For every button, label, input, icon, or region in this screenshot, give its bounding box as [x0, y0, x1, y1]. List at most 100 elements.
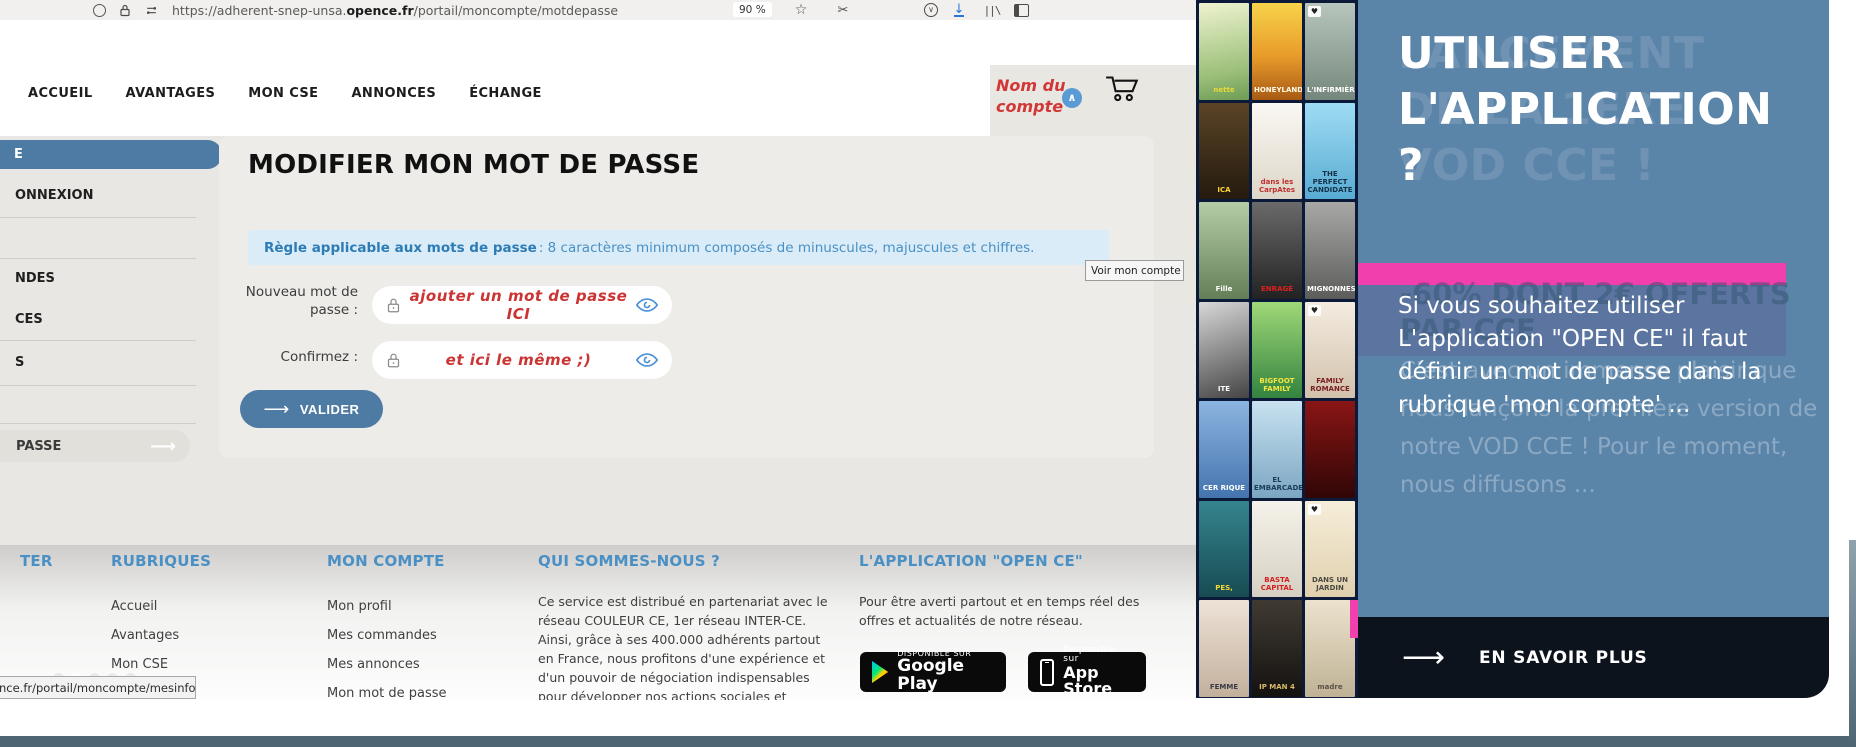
- zoom-level-chip[interactable]: 90 %: [733, 2, 772, 17]
- movie-poster[interactable]: nette: [1199, 3, 1249, 100]
- footer-heading-application: L'APPLICATION "OPEN CE": [859, 552, 1083, 570]
- badge-bottom-text: Google Play: [897, 656, 965, 695]
- app-store-badge[interactable]: Disponible sur App Store: [1028, 645, 1146, 697]
- main-nav: ACCUEIL AVANTAGES MON CSE ANNONCES ÉCHANGE: [28, 86, 542, 101]
- movie-poster[interactable]: MIGNONNES: [1305, 202, 1355, 299]
- sidebar-item-connexion[interactable]: ONNEXION: [15, 188, 93, 203]
- address-bar[interactable]: https://adherent-snep-unsa. opence.fr/por…: [172, 0, 618, 20]
- password-rule-banner: Règle applicable aux mots de passe : 8 c…: [248, 230, 1109, 265]
- footer-link[interactable]: Mon profil: [327, 599, 447, 614]
- movie-poster[interactable]: THE PERFECT CANDIDATE: [1305, 102, 1355, 199]
- eye-icon[interactable]: [636, 352, 658, 368]
- screenshot-icon[interactable]: ✂: [833, 0, 853, 20]
- vod-promo-window: nette HONEYLAND ♥ L'INFIRMIÈRE ICA dans …: [1196, 0, 1829, 698]
- movie-poster[interactable]: Fille: [1199, 202, 1249, 299]
- browser-toolbar: https://adherent-snep-unsa. opence.fr/por…: [0, 0, 1196, 21]
- footer-link[interactable]: Mon CSE: [111, 657, 179, 672]
- movie-poster[interactable]: BASTA CAPITAL: [1252, 500, 1302, 597]
- permissions-icon[interactable]: [142, 0, 160, 20]
- account-name-trigger[interactable]: Nom du compte: [996, 75, 1066, 117]
- url-prefix: https://adherent-snep-unsa.: [172, 2, 347, 18]
- new-password-placeholder: ajouter un mot de passe ICI: [409, 287, 628, 323]
- footer-link[interactable]: Mes annonces: [327, 657, 447, 672]
- movie-title: ENRAGÉ: [1261, 285, 1293, 294]
- nav-item[interactable]: ACCUEIL: [28, 86, 93, 101]
- sidebar-item-fragment[interactable]: S: [15, 355, 24, 370]
- movie-poster[interactable]: CER RIQUE: [1199, 401, 1249, 498]
- divider: [0, 340, 196, 341]
- nav-item[interactable]: ANNONCES: [351, 86, 436, 101]
- eye-icon[interactable]: [636, 297, 658, 313]
- footer-link[interactable]: Mon mot de passe: [327, 686, 447, 700]
- sidebar-item-commandes[interactable]: NDES: [15, 271, 55, 286]
- google-play-badge[interactable]: DISPONIBLE SUR Google Play: [860, 649, 1006, 695]
- movie-poster[interactable]: dans les CarpAtes: [1252, 102, 1302, 199]
- movie-poster[interactable]: PES,: [1199, 500, 1249, 597]
- sidebar-item-annonces[interactable]: CES: [15, 312, 43, 327]
- bookmark-star-icon[interactable]: ☆: [792, 0, 810, 20]
- page-title: MODIFIER MON MOT DE PASSE: [248, 150, 700, 180]
- movie-poster[interactable]: HONEYLAND: [1252, 3, 1302, 100]
- confirm-password-label: Confirmez :: [280, 349, 358, 365]
- movie-poster[interactable]: ♥ FAMILY ROMANCE: [1305, 301, 1355, 398]
- movie-title: CER RIQUE: [1202, 484, 1246, 493]
- pocket-icon[interactable]: ∨: [922, 0, 940, 20]
- chevron-up-icon[interactable]: ∧: [1062, 88, 1082, 108]
- footer-link[interactable]: Accueil: [111, 599, 179, 614]
- pink-accent-sliver: [1350, 600, 1358, 638]
- confirm-password-field[interactable]: et ici le même ;): [372, 341, 672, 379]
- sidebar-item-label: PASSE: [16, 438, 62, 454]
- confirm-password-placeholder: et ici le même ;): [445, 351, 592, 369]
- cta-label: EN SAVOIR PLUS: [1479, 647, 1648, 668]
- movie-title: dans les CarpAtes: [1258, 177, 1295, 194]
- window-frame-bottom: [0, 736, 1856, 747]
- nav-item[interactable]: ÉCHANGE: [469, 86, 542, 101]
- movie-poster[interactable]: [1305, 401, 1355, 498]
- arrow-right-icon: ⟶: [263, 398, 290, 419]
- sidebar-toggle-icon[interactable]: [1012, 0, 1030, 20]
- movie-title: L'INFIRMIÈRE: [1307, 86, 1355, 95]
- movie-poster[interactable]: BIGFOOT FAMILY: [1252, 301, 1302, 398]
- en-savoir-plus-button[interactable]: ⟶ EN SAVOIR PLUS: [1358, 617, 1829, 698]
- valider-button[interactable]: ⟶ VALIDER: [240, 390, 383, 428]
- page-viewport: ACCUEIL AVANTAGES MON CSE ANNONCES ÉCHANGE N…: [0, 20, 1196, 700]
- movie-poster[interactable]: EL EMBARCADERO: [1252, 401, 1302, 498]
- sidebar-item-mot-de-passe[interactable]: PASSE ⟶: [0, 430, 190, 462]
- movie-poster[interactable]: IP MAN 4: [1252, 600, 1302, 697]
- movie-poster[interactable]: ♥ L'INFIRMIÈRE: [1305, 3, 1355, 100]
- footer-heading-rubriques: RUBRIQUES: [111, 552, 212, 570]
- rule-text: : 8 caractères minimum composés de minus…: [538, 239, 1035, 256]
- movie-title: EL EMBARCADERO: [1254, 476, 1302, 493]
- footer-link[interactable]: Mes commandes: [327, 628, 447, 643]
- footer-heading-mon-compte: MON COMPTE: [327, 552, 445, 570]
- library-icon[interactable]: ||\: [982, 0, 1002, 20]
- movie-title: nette: [1213, 86, 1235, 95]
- footer-rubriques-list: Accueil Avantages Mon CSE: [111, 599, 179, 672]
- movie-poster[interactable]: ITE: [1199, 301, 1249, 398]
- movie-poster[interactable]: madre: [1305, 600, 1355, 697]
- nav-item[interactable]: MON CSE: [248, 86, 318, 101]
- tracking-shield-icon[interactable]: [90, 0, 108, 20]
- lock-icon: [386, 352, 401, 369]
- movie-title: PES,: [1215, 583, 1233, 592]
- movie-title: THE PERFECT CANDIDATE: [1307, 169, 1353, 194]
- download-icon[interactable]: ↓: [950, 0, 968, 20]
- footer-link[interactable]: Avantages: [111, 628, 179, 643]
- footer-about-text: Ce service est distribué en partenariat …: [538, 594, 828, 700]
- lock-icon[interactable]: [116, 0, 134, 20]
- new-password-field[interactable]: ajouter un mot de passe ICI: [372, 286, 672, 324]
- nav-item[interactable]: AVANTAGES: [126, 86, 216, 101]
- footer-compte-list: Mon profil Mes commandes Mes annonces Mon m…: [327, 599, 447, 700]
- cart-icon[interactable]: [1104, 70, 1142, 104]
- movie-poster[interactable]: ♥ DANS UN JARDIN: [1305, 500, 1355, 597]
- movie-title: madre: [1317, 683, 1343, 692]
- movie-poster[interactable]: ICA: [1199, 102, 1249, 199]
- arrow-right-icon: ⟶: [150, 435, 176, 457]
- sidebar-active-item[interactable]: E: [0, 140, 222, 169]
- movie-title: BASTA CAPITAL: [1260, 575, 1294, 592]
- promo-message: Si vous souhaitez utiliser L'application…: [1398, 293, 1762, 418]
- divider: [0, 423, 196, 424]
- movie-poster[interactable]: ENRAGÉ: [1252, 202, 1302, 299]
- footer-app-text: Pour être averti partout et en temps rée…: [859, 594, 1140, 628]
- movie-poster[interactable]: FEMME: [1199, 600, 1249, 697]
